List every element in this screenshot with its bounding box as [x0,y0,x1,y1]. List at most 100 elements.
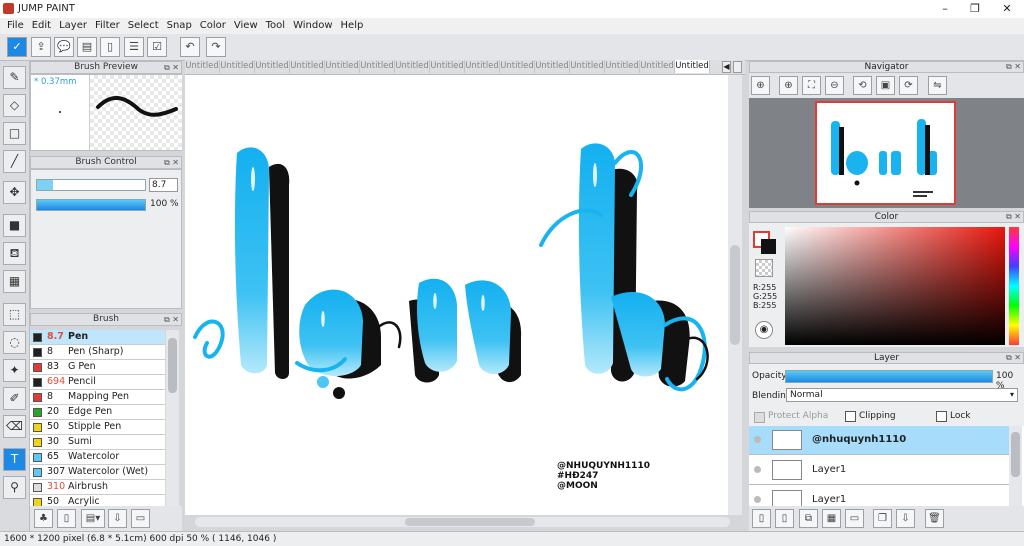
brush-item[interactable]: 8 Mapping Pen [30,390,165,405]
select-eraser-tool-icon[interactable]: ⌫ [3,415,26,438]
layer-row[interactable]: Layer1 [749,486,1009,506]
comment-icon[interactable]: 💬 [54,37,74,57]
brush-item[interactable]: 83 G Pen [30,360,165,375]
share-icon[interactable]: ⇪ [31,37,51,57]
brush-item[interactable]: 8.7 Pen [30,330,165,345]
fit-screen-icon[interactable]: ⛶ [802,76,821,95]
eyedropper-tool-icon[interactable]: ⚲ [3,476,26,499]
minimize-button[interactable]: – [930,1,960,17]
brush-item[interactable]: 694 Pencil [30,375,165,390]
visibility-icon[interactable] [754,496,761,503]
tab-untitled-active[interactable]: Untitled [675,60,710,73]
tab-untitled[interactable]: Untitled [395,60,430,73]
scroll-thumb[interactable] [405,518,535,526]
palette-icon[interactable]: ◉ [755,321,773,339]
new-layer-icon[interactable]: ▯ [752,509,771,528]
tab-untitled[interactable]: Untitled [185,60,220,73]
tab-untitled[interactable]: Untitled [535,60,570,73]
move-tool-icon[interactable]: ✥ [3,181,26,204]
tree-icon[interactable]: ♣ [34,509,53,528]
message-icon[interactable]: ▤ [77,37,97,57]
tab-untitled[interactable]: Untitled [325,60,360,73]
close-button[interactable]: ✕ [992,1,1022,17]
duplicate-icon[interactable]: ❐ [873,509,892,528]
menu-file[interactable]: File [3,18,28,34]
text-tool-icon[interactable]: T [3,448,26,471]
brush-menu-icon[interactable]: ▤▾ [81,509,105,528]
layer-opacity-slider[interactable] [785,370,993,383]
zoom-fit-icon[interactable]: ⊕ [751,76,770,95]
secondary-color-swatch[interactable] [761,239,776,254]
brush-item[interactable]: 8 Pen (Sharp) [30,345,165,360]
tab-untitled[interactable]: Untitled [290,60,325,73]
tab-untitled[interactable]: Untitled [640,60,675,73]
trash-icon[interactable]: 🗑 [925,509,944,528]
list-icon[interactable]: ☰ [124,37,144,57]
fill-shape-tool-icon[interactable]: ■ [3,214,26,237]
layer-row[interactable]: Layer1 [749,456,1009,485]
scroll-thumb[interactable] [1011,432,1020,477]
brush-item[interactable]: 30 Sumi [30,435,165,450]
merge-icon[interactable]: ⇩ [896,509,915,528]
brush-list-scrollbar[interactable] [166,330,179,506]
scroll-thumb[interactable] [730,245,740,345]
brush-item[interactable]: 50 Stipple Pen [30,420,165,435]
brush-item[interactable]: 65 Watercolor [30,450,165,465]
reset-rotation-icon[interactable]: ▣ [876,76,895,95]
rotate-left-icon[interactable]: ⟲ [853,76,872,95]
menu-window[interactable]: Window [289,18,336,34]
canvas-vertical-scrollbar[interactable] [728,75,742,515]
tab-untitled[interactable]: Untitled [255,60,290,73]
menu-color[interactable]: Color [196,18,230,34]
zoom-out-icon[interactable]: ⊖ [825,76,844,95]
tab-untitled[interactable]: Untitled [430,60,465,73]
rect-select-tool-icon[interactable]: ⬚ [3,303,26,326]
panel-close-icon[interactable]: ⧉ ✕ [1006,212,1021,222]
select-pen-tool-icon[interactable]: ✐ [3,387,26,410]
maximize-button[interactable]: ❐ [960,1,990,17]
bucket-tool-icon[interactable]: ⛾ [3,242,26,265]
panel-close-icon[interactable]: ⧉ ✕ [1006,353,1021,363]
menu-filter[interactable]: Filter [91,18,124,34]
tab-scroll-left-icon[interactable]: ◀ [722,61,731,73]
visibility-icon[interactable] [754,466,761,473]
size-field[interactable]: 8.7 [149,178,178,192]
pen-tool-icon[interactable]: ✎ [3,66,26,89]
zoom-in-icon[interactable]: ⊕ [779,76,798,95]
layer-folder-icon[interactable]: ▭ [845,509,864,528]
menu-view[interactable]: View [230,18,262,34]
redo-icon[interactable]: ↷ [206,37,226,57]
line-tool-icon[interactable]: ╱ [3,150,26,173]
lasso-tool-icon[interactable]: ◌ [3,331,26,354]
scroll-thumb[interactable] [168,338,177,393]
tab-untitled[interactable]: Untitled [500,60,535,73]
magic-wand-tool-icon[interactable]: ✦ [3,359,26,382]
menu-layer[interactable]: Layer [55,18,91,34]
menu-edit[interactable]: Edit [28,18,55,34]
visibility-icon[interactable] [754,436,761,443]
tab-untitled[interactable]: Untitled [605,60,640,73]
gradient-tool-icon[interactable]: ▦ [3,270,26,293]
hue-slider[interactable] [1009,227,1019,345]
transparent-swatch[interactable] [755,259,773,277]
checklist-icon[interactable]: ☑ [147,37,167,57]
tab-untitled[interactable]: Untitled [465,60,500,73]
brush-item[interactable]: 310 Airbrush [30,480,165,495]
flip-icon[interactable]: ⇋ [928,76,947,95]
panel-close-icon[interactable]: ⧉ ✕ [1006,62,1021,72]
new-layer-alt-icon[interactable]: ▯ [775,509,794,528]
panel-close-icon[interactable]: ⧉ ✕ [164,157,179,168]
copy-layer-icon[interactable]: ⧉ [799,509,818,528]
layer-texture-icon[interactable]: ▦ [822,509,841,528]
tab-list-icon[interactable] [733,61,742,73]
menu-snap[interactable]: Snap [163,18,196,34]
canvas-horizontal-scrollbar[interactable] [195,517,730,527]
tab-untitled[interactable]: Untitled [360,60,395,73]
check-icon[interactable]: ✓ [7,37,27,57]
protect-alpha-checkbox[interactable] [754,412,765,423]
saturation-value-picker[interactable] [785,227,1005,345]
layer-row[interactable]: @nhuquynh1110 [749,426,1009,455]
opacity-slider[interactable] [36,199,146,211]
rotate-right-icon[interactable]: ⟳ [899,76,918,95]
menu-tool[interactable]: Tool [262,18,289,34]
